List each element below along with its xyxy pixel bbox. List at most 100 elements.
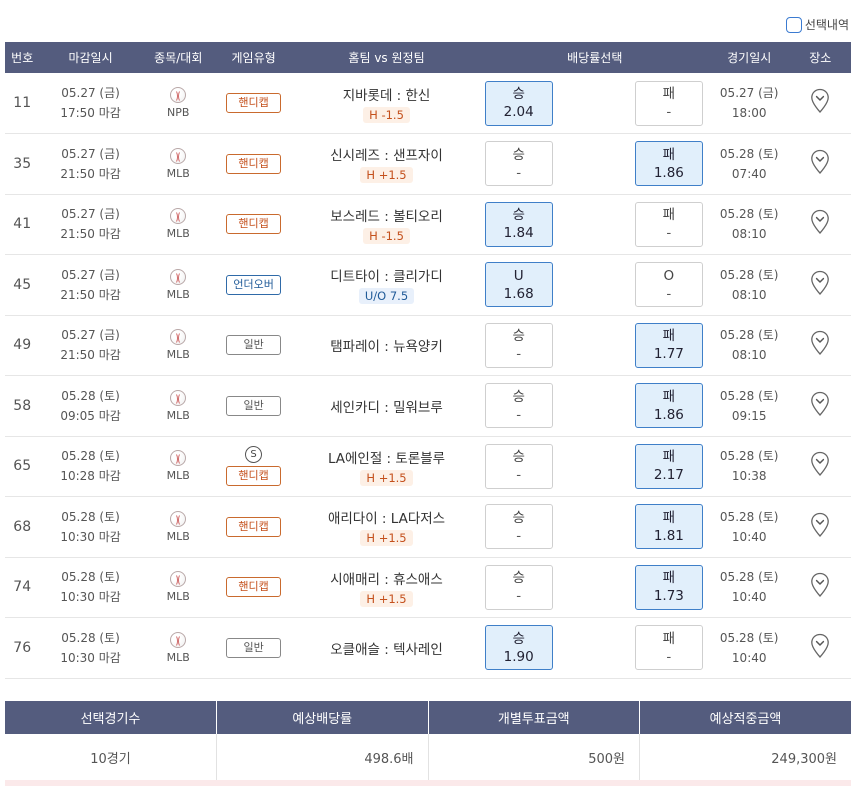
game-time-cell: 05.28 (토) 08:10 bbox=[708, 194, 790, 255]
odds-right-cell: 패 2.17 bbox=[558, 436, 709, 497]
map-pin-icon[interactable] bbox=[810, 391, 830, 421]
type-cell: 핸디캡 bbox=[214, 194, 293, 255]
map-pin-icon[interactable] bbox=[810, 512, 830, 542]
sport-cell: NPB bbox=[141, 73, 215, 134]
venue-cell bbox=[789, 557, 851, 618]
game-time: 10:40 bbox=[731, 650, 767, 665]
league-label: MLB bbox=[166, 227, 190, 241]
game-date: 05.28 (토) bbox=[719, 509, 779, 524]
game-row: 41 05.27 (금) 21:50 마감 MLB 핸디캡 보스레드 : 볼티오리 H -1… bbox=[5, 194, 851, 255]
deadline-time: 21:50 마감 bbox=[60, 166, 121, 181]
odds-home-button[interactable]: 승- bbox=[484, 383, 553, 429]
selection-checkbox[interactable] bbox=[785, 16, 802, 33]
odds-away-label: 패 bbox=[662, 328, 676, 345]
map-pin-icon[interactable] bbox=[810, 451, 830, 481]
odds-left-cell: 승- bbox=[480, 496, 559, 558]
odds-away-button[interactable]: 패 1.86 bbox=[634, 383, 703, 429]
odds-left-cell: 승 1.90 bbox=[480, 617, 559, 679]
game-time-cell: 05.28 (토) 07:40 bbox=[708, 133, 790, 195]
odds-left-cell: 승 1.84 bbox=[480, 194, 559, 255]
map-pin-icon[interactable] bbox=[810, 88, 830, 118]
odds-away-button[interactable]: 패 1.81 bbox=[634, 504, 703, 550]
deadline-date: 05.28 (토) bbox=[61, 388, 120, 403]
map-pin-icon[interactable] bbox=[810, 209, 830, 239]
teams-label: 탬파레이 : 뉴욕양키 bbox=[330, 339, 443, 356]
selection-toggle[interactable]: 선택내역 bbox=[785, 16, 849, 33]
odds-home-button[interactable]: 승- bbox=[484, 322, 553, 368]
odds-away-button[interactable]: O- bbox=[634, 262, 703, 308]
odds-away-button[interactable]: 패- bbox=[634, 625, 703, 671]
header-no: 번호 bbox=[5, 42, 40, 73]
matchup-cell: 지바롯데 : 한신 H -1.5 bbox=[292, 73, 481, 134]
odds-left-cell: 승 2.04 bbox=[480, 73, 559, 134]
matchup-cell: 애리다이 : LA다저스 H +1.5 bbox=[292, 496, 481, 558]
line-tag: H +1.5 bbox=[360, 469, 413, 486]
deadline-date: 05.28 (토) bbox=[61, 630, 120, 645]
odds-away-button[interactable]: 패- bbox=[634, 80, 703, 126]
odds-home-button[interactable]: 승- bbox=[484, 564, 553, 610]
odds-home-value: - bbox=[516, 164, 522, 181]
odds-home-button[interactable]: 승- bbox=[484, 504, 553, 550]
odds-away-button[interactable]: 패 1.73 bbox=[634, 564, 703, 610]
game-time-cell: 05.28 (토) 10:40 bbox=[708, 496, 790, 558]
deadline-date: 05.28 (토) bbox=[61, 570, 120, 585]
odds-away-label: 패 bbox=[662, 630, 676, 647]
odds-home-button[interactable]: 승 2.04 bbox=[484, 80, 553, 126]
odds-right-cell: 패- bbox=[558, 194, 709, 255]
odds-left-cell: 승- bbox=[480, 133, 559, 195]
odds-home-label: 승 bbox=[512, 449, 525, 466]
odds-home-button[interactable]: 승- bbox=[484, 443, 553, 489]
odds-left-cell: 승- bbox=[480, 436, 559, 497]
type-cell: 언더오버 bbox=[214, 254, 293, 316]
game-number: 11 bbox=[5, 73, 40, 134]
map-pin-icon[interactable] bbox=[810, 330, 830, 360]
deadline-time: 09:05 마감 bbox=[60, 408, 121, 423]
game-number: 58 bbox=[5, 375, 40, 437]
sport-cell: MLB bbox=[141, 375, 215, 437]
teams-label: 오클애슬 : 텍사레인 bbox=[330, 641, 443, 658]
odds-away-button[interactable]: 패- bbox=[634, 201, 703, 247]
deadline-time: 10:30 마감 bbox=[60, 590, 121, 605]
odds-home-value: 1.84 bbox=[503, 225, 534, 242]
map-pin-icon[interactable] bbox=[810, 149, 830, 179]
deadline-date: 05.27 (금) bbox=[61, 267, 120, 282]
line-tag: H -1.5 bbox=[363, 227, 410, 244]
baseball-icon bbox=[170, 268, 187, 285]
game-date: 05.28 (토) bbox=[719, 630, 779, 645]
map-pin-icon[interactable] bbox=[810, 633, 830, 663]
odds-home-button[interactable]: 승 1.84 bbox=[484, 201, 553, 247]
odds-home-label: 승 bbox=[512, 328, 525, 345]
odds-home-button[interactable]: U 1.68 bbox=[484, 262, 553, 308]
odds-away-button[interactable]: 패 1.86 bbox=[634, 141, 703, 187]
matchup-cell: 탬파레이 : 뉴욕양키 bbox=[292, 315, 481, 376]
games-table: 번호 마감일시 종목/대회 게임유형 홈팀 vs 원정팀 배당률선택 경기일시 … bbox=[5, 42, 851, 679]
odds-home-button[interactable]: 승- bbox=[484, 141, 553, 187]
odds-away-button[interactable]: 패 1.77 bbox=[634, 322, 703, 368]
map-pin-icon[interactable] bbox=[810, 270, 830, 300]
odds-away-button[interactable]: 패 2.17 bbox=[634, 443, 703, 489]
type-cell: 핸디캡 bbox=[214, 557, 293, 618]
odds-home-button[interactable]: 승 1.90 bbox=[484, 625, 553, 671]
odds-away-label: 패 bbox=[662, 207, 676, 224]
league-label: MLB bbox=[166, 287, 190, 301]
odds-away-value: 1.73 bbox=[653, 588, 684, 605]
odds-away-value: - bbox=[666, 225, 672, 242]
odds-home-label: U bbox=[513, 267, 524, 284]
game-number: 74 bbox=[5, 557, 40, 618]
league-label: MLB bbox=[166, 469, 190, 483]
odds-home-value: - bbox=[516, 346, 522, 363]
baseball-icon bbox=[170, 571, 187, 588]
game-time: 07:40 bbox=[731, 166, 767, 181]
game-type-badge: 언더오버 bbox=[226, 274, 282, 295]
deadline-time: 17:50 마감 bbox=[60, 106, 121, 120]
header-venue: 장소 bbox=[789, 42, 851, 73]
deadline-cell: 05.28 (토) 10:30 마감 bbox=[39, 557, 142, 618]
odds-home-value: 1.68 bbox=[503, 285, 534, 302]
sport-cell: MLB bbox=[141, 133, 215, 195]
game-type-badge: 일반 bbox=[226, 395, 282, 416]
game-date: 05.28 (토) bbox=[719, 328, 779, 343]
venue-cell bbox=[789, 315, 851, 376]
game-time-cell: 05.28 (토) 10:38 bbox=[708, 436, 790, 497]
teams-label: 시애매리 : 휴스애스 bbox=[330, 571, 443, 588]
map-pin-icon[interactable] bbox=[810, 572, 830, 602]
